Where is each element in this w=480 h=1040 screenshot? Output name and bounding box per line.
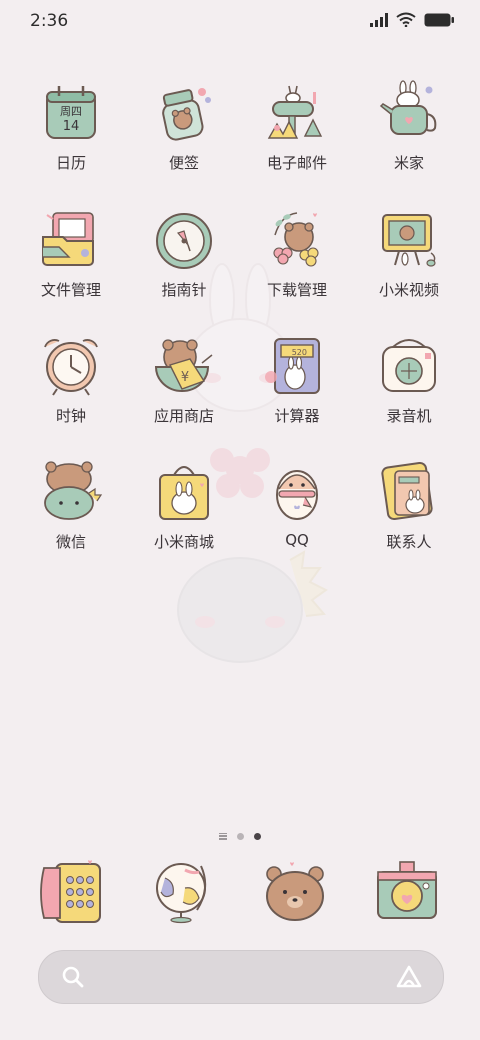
app-label: 文件管理 [40, 281, 101, 299]
app-file-manager[interactable]: 文件管理 [21, 207, 121, 300]
app-label: 微信 [55, 533, 86, 551]
app-mijia[interactable]: 米家 [359, 80, 459, 173]
svg-text:¥: ¥ [181, 370, 189, 385]
app-recorder[interactable]: 录音机 [359, 333, 459, 426]
app-downloads[interactable]: 下载管理 [247, 207, 347, 300]
recorder-icon [382, 339, 436, 392]
dock [0, 858, 480, 934]
alarm-clock-icon [44, 339, 98, 396]
camera-icon[interactable] [374, 858, 440, 924]
folder-icon [42, 212, 94, 266]
app-label: 小米视频 [378, 281, 439, 299]
app-label: QQ [285, 531, 309, 549]
bear-face-icon[interactable] [262, 858, 328, 924]
calendar-weekday: 周四 [60, 105, 82, 118]
flower-bear-icon [273, 212, 319, 267]
app-label: 米家 [393, 154, 424, 172]
penguin-icon [276, 470, 318, 520]
battery-icon [424, 13, 454, 26]
app-calendar[interactable]: 周四 14 日历 [21, 80, 121, 173]
app-store[interactable]: ¥ 应用商店 [134, 333, 234, 426]
bear-dino-icon [44, 461, 103, 520]
minus-one-page-indicator[interactable] [219, 832, 227, 840]
app-calculator[interactable]: 520 计算器 [247, 333, 347, 426]
status-bar: 2:36 [0, 0, 480, 42]
app-notes[interactable]: 便签 [134, 80, 234, 173]
wifi-icon [396, 12, 416, 27]
app-qq[interactable]: QQ [247, 459, 347, 549]
watering-can-icon [379, 80, 437, 135]
status-time: 2:36 [30, 11, 69, 31]
calendar-icon: 周四 14 [46, 86, 96, 139]
app-label: 小米商城 [153, 533, 214, 551]
app-label: 电子邮件 [266, 154, 327, 172]
app-mi-video[interactable]: 小米视频 [359, 207, 459, 300]
app-label: 录音机 [386, 407, 432, 425]
shopping-bag-icon [159, 466, 209, 520]
calculator-display: 520 [292, 348, 307, 357]
app-wechat[interactable]: 微信 [21, 459, 121, 552]
app-label: 应用商店 [153, 407, 214, 425]
app-label: 联系人 [386, 533, 432, 551]
app-email[interactable]: 电子邮件 [247, 80, 347, 173]
status-icons [370, 12, 454, 27]
global-search-bar[interactable] [38, 950, 444, 1004]
search-icon [62, 966, 84, 988]
app-mi-store[interactable]: 小米商城 [134, 459, 234, 552]
app-label: 计算器 [274, 407, 320, 425]
globe-browser-icon[interactable] [151, 858, 217, 924]
page-dot-1[interactable] [237, 832, 244, 840]
app-label: 时钟 [55, 407, 86, 425]
app-label: 指南针 [161, 281, 207, 299]
wallpaper-dino [177, 550, 328, 663]
phone-dialer-icon[interactable] [40, 858, 106, 924]
app-clock[interactable]: 时钟 [21, 333, 121, 426]
app-label: 日历 [55, 154, 86, 172]
signal-icon [370, 12, 388, 27]
app-label: 下载管理 [266, 281, 327, 299]
ai-assistant-icon[interactable] [395, 964, 423, 990]
app-compass[interactable]: 指南针 [134, 207, 234, 300]
tv-icon [382, 214, 436, 267]
page-indicator[interactable] [0, 830, 480, 842]
calculator-icon: 520 [265, 338, 320, 394]
app-contacts[interactable]: 联系人 [359, 459, 459, 552]
page-dot-2-active[interactable] [254, 832, 261, 840]
calendar-day: 14 [63, 119, 80, 134]
app-label: 便签 [168, 154, 199, 172]
bear-bowl-icon: ¥ [154, 339, 213, 392]
notes-jar-icon [162, 88, 211, 141]
compass-icon [156, 213, 212, 269]
mailbox-icon [267, 85, 323, 139]
contacts-book-icon [381, 461, 433, 521]
